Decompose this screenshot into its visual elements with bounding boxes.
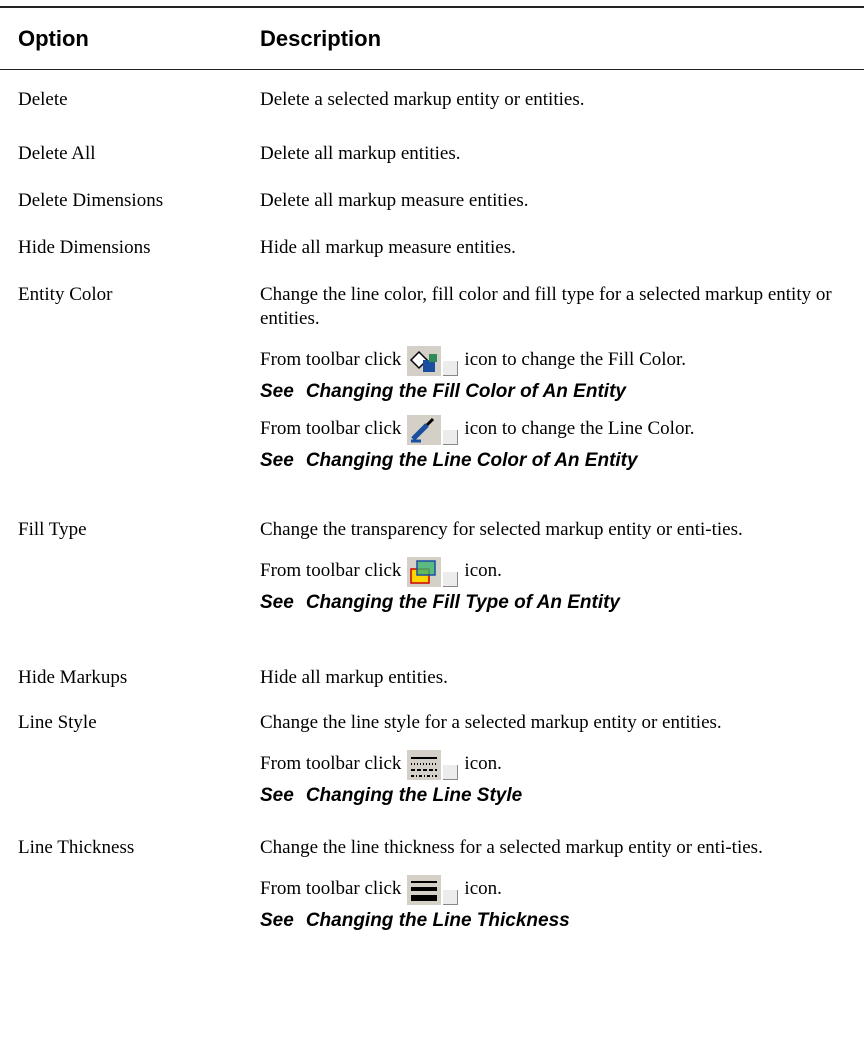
toolbar-instruction: From toolbar click icon.	[260, 872, 850, 906]
instruction-prefix: From toolbar click	[260, 418, 402, 439]
table-row: Fill Type Change the transparency for se…	[0, 500, 864, 648]
option-name: Hide Markups	[18, 667, 128, 688]
option-name: Line Thickness	[18, 837, 135, 858]
table-row: Delete All Delete all markup entities.	[0, 124, 864, 171]
see-link[interactable]: Changing the Line Style	[306, 785, 522, 806]
option-name: Delete	[18, 89, 68, 110]
option-name: Delete All	[18, 143, 96, 164]
fill-color-icon[interactable]	[407, 344, 459, 376]
option-description: Change the line thickness for a selected…	[260, 837, 763, 858]
table-header: Option Description	[0, 20, 864, 60]
table-row: Delete Dimensions Delete all markup meas…	[0, 171, 864, 218]
see-label: See	[260, 910, 294, 931]
option-description: Change the transparency for selected mar…	[260, 519, 743, 540]
toolbar-instruction: From toolbar click icon.	[260, 554, 850, 588]
see-link[interactable]: Changing the Fill Color of An Entity	[306, 381, 626, 402]
instruction-suffix: icon.	[464, 560, 502, 581]
option-description: Delete all markup entities.	[260, 143, 461, 164]
instruction-prefix: From toolbar click	[260, 878, 402, 899]
see-reference: See Changing the Fill Type of An Entity	[260, 591, 850, 615]
instruction-suffix: icon to change the Fill Color.	[464, 349, 687, 370]
see-reference: See Changing the Line Thickness	[260, 909, 850, 933]
fill-type-icon[interactable]	[407, 555, 459, 587]
line-style-icon[interactable]	[407, 748, 459, 780]
instruction-suffix: icon.	[464, 753, 502, 774]
toolbar-instruction: From toolbar click icon.	[260, 747, 850, 781]
see-label: See	[260, 592, 294, 613]
option-description: Hide all markup measure entities.	[260, 237, 516, 258]
see-label: See	[260, 450, 294, 471]
see-reference: See Changing the Line Color of An Entity	[260, 449, 850, 473]
option-name: Entity Color	[18, 284, 113, 305]
option-description: Change the line color, fill color and fi…	[260, 284, 832, 329]
option-column-header: Option	[18, 26, 89, 51]
instruction-suffix: icon to change the Line Color.	[464, 418, 695, 439]
table-row: Hide Markups Hide all markup entities.	[0, 648, 864, 693]
instruction-suffix: icon.	[464, 878, 502, 899]
option-name: Line Style	[18, 712, 97, 733]
table-row: Delete Delete a selected markup entity o…	[0, 70, 864, 124]
toolbar-instruction: From toolbar click icon to change the Li…	[260, 412, 850, 446]
see-link[interactable]: Changing the Line Color of An Entity	[306, 450, 638, 471]
option-name: Fill Type	[18, 519, 87, 540]
instruction-prefix: From toolbar click	[260, 349, 402, 370]
option-description: Change the line style for a selected mar…	[260, 712, 722, 733]
option-name: Delete Dimensions	[18, 190, 164, 211]
see-reference: See Changing the Line Style	[260, 784, 850, 808]
see-link[interactable]: Changing the Fill Type of An Entity	[306, 592, 620, 613]
table-row: Line Thickness Change the line thickness…	[0, 818, 864, 966]
see-label: See	[260, 785, 294, 806]
instruction-prefix: From toolbar click	[260, 753, 402, 774]
option-description: Delete all markup measure entities.	[260, 190, 529, 211]
see-link[interactable]: Changing the Line Thickness	[306, 910, 570, 931]
see-reference: See Changing the Fill Color of An Entity	[260, 380, 850, 404]
line-thickness-icon[interactable]	[407, 873, 459, 905]
table-row: Line Style Change the line style for a s…	[0, 693, 864, 818]
instruction-prefix: From toolbar click	[260, 560, 402, 581]
toolbar-instruction: From toolbar click icon to change the Fi…	[260, 343, 850, 377]
description-column-header: Description	[260, 26, 382, 51]
option-name: Hide Dimensions	[18, 237, 151, 258]
option-description: Delete a selected markup entity or entit…	[260, 89, 585, 110]
table-row: Entity Color Change the line color, fill…	[0, 265, 864, 500]
options-table-body: Delete Delete a selected markup entity o…	[0, 70, 864, 966]
option-description: Hide all markup entities.	[260, 667, 448, 688]
top-rule	[0, 6, 864, 8]
line-color-icon[interactable]	[407, 413, 459, 445]
table-row: Hide Dimensions Hide all markup measure …	[0, 218, 864, 265]
see-label: See	[260, 381, 294, 402]
